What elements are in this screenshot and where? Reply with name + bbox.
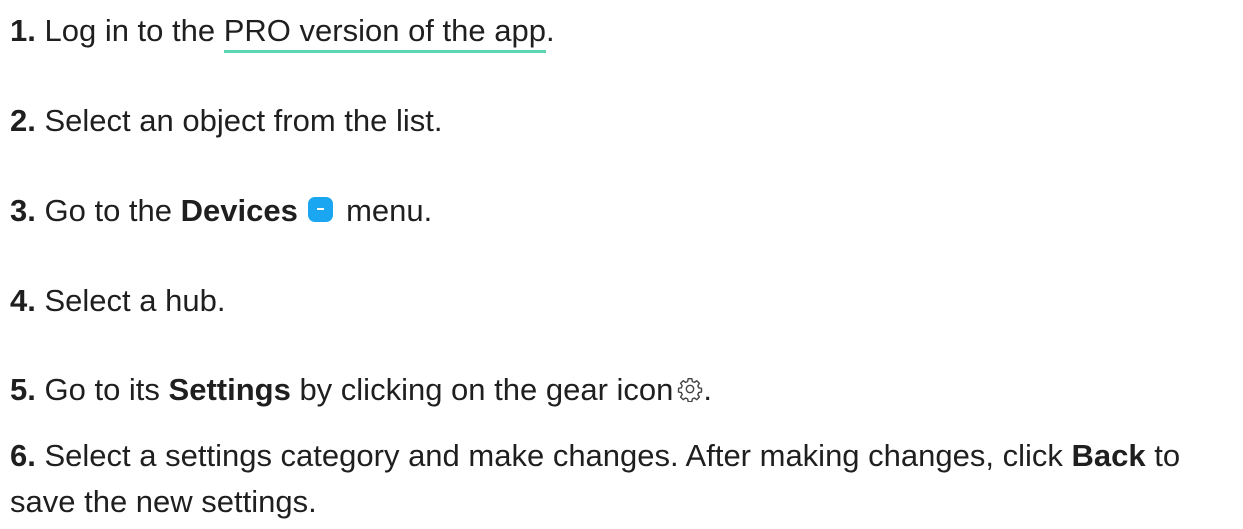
step-number: 5. [10,372,36,407]
step-1: 1. Log in to the PRO version of the app. [10,8,1235,54]
gear-icon [678,378,703,402]
step-2: 2. Select an object from the list. [10,98,1235,144]
step-number: 6. [10,438,36,473]
step-number: 3. [10,193,36,228]
step-6: 6. Select a settings category and make c… [10,433,1235,525]
step-text: Select an object from the list. [44,103,443,138]
step-text: Go to its [44,372,169,407]
pro-app-link[interactable]: PRO version of the app [223,13,546,53]
step-text: Select a hub. [44,283,226,318]
step-text: Select a settings category and make chan… [44,438,1072,473]
step-text-end: . [703,372,713,407]
step-number: 2. [10,103,36,138]
step-text: Log in to the [44,13,224,48]
devices-menu-label: Devices [180,193,298,228]
step-number: 4. [10,283,36,318]
step-text-mid: by clicking on the gear icon [290,372,674,407]
devices-icon [308,197,334,222]
instruction-steps: 1. Log in to the PRO version of the app.… [0,0,1243,529]
step-5: 5. Go to its Settings by clicking on the… [10,367,1235,413]
back-label: Back [1071,438,1146,473]
step-text: Go to the [44,193,181,228]
settings-label: Settings [168,372,291,407]
step-number: 1. [10,13,36,48]
step-text-end: menu. [337,193,433,228]
step-4: 4. Select a hub. [10,278,1235,324]
step-3: 3. Go to the Devices menu. [10,188,1235,234]
step-text-end: . [545,13,555,48]
